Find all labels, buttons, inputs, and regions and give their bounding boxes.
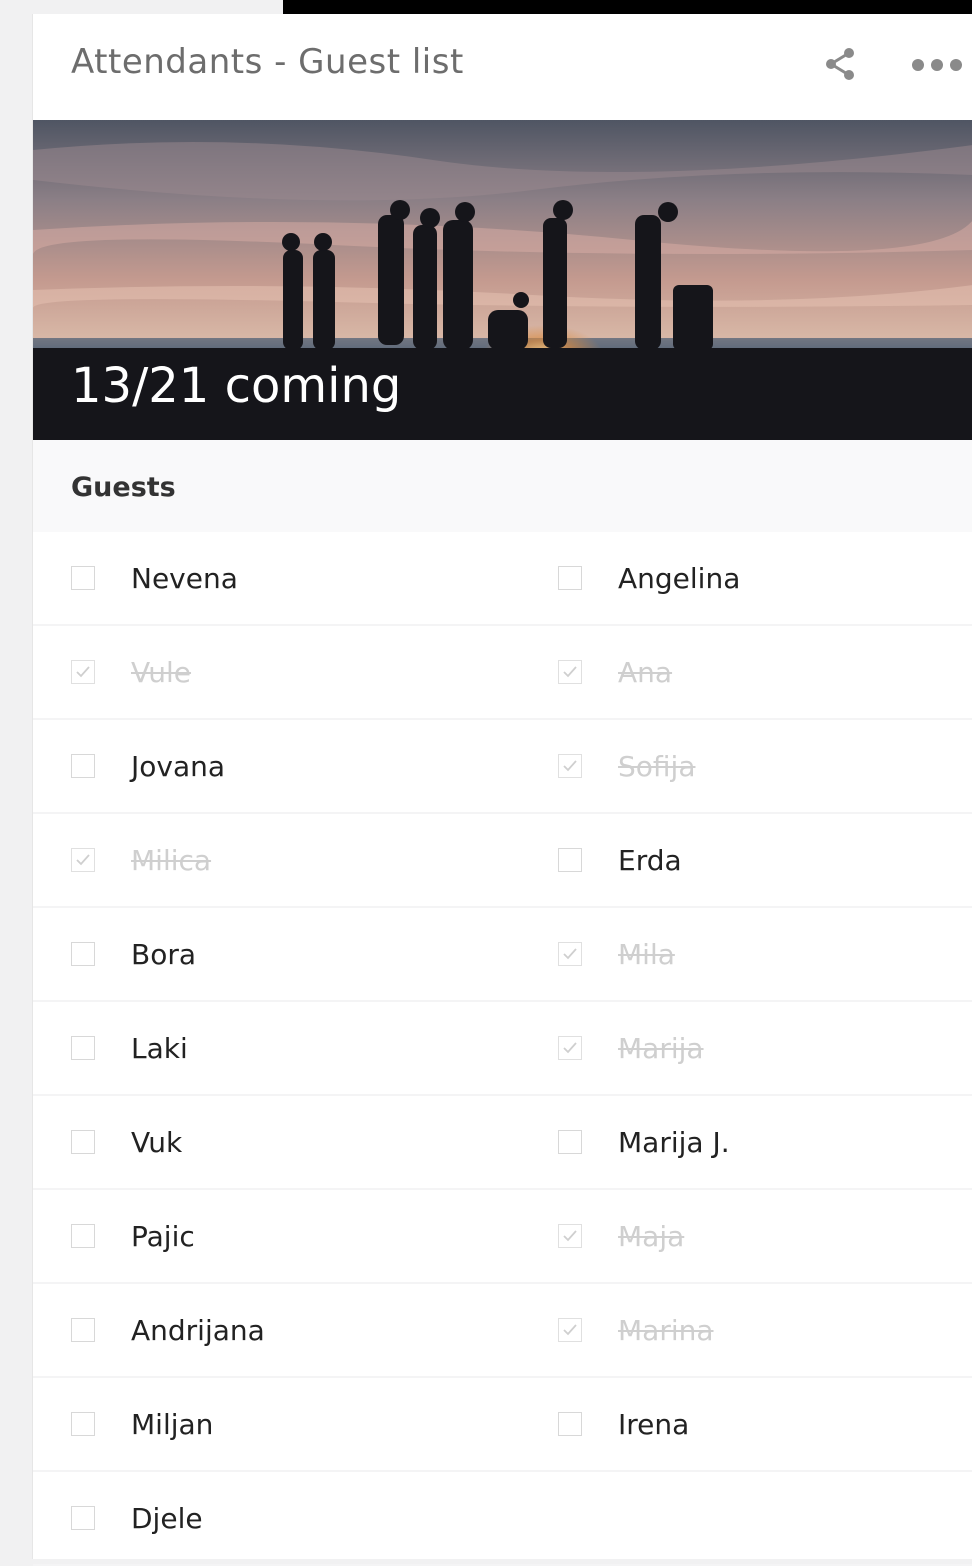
guest-list-card: Attendants - Guest list 13/21 coming Gue… bbox=[32, 14, 972, 1566]
card-header: Attendants - Guest list bbox=[33, 14, 972, 120]
guest-checkbox[interactable] bbox=[558, 942, 582, 966]
check-icon bbox=[563, 760, 577, 772]
guest-checkbox[interactable] bbox=[558, 1130, 582, 1154]
guest-checkbox[interactable] bbox=[71, 1506, 95, 1530]
card-title: Attendants - Guest list bbox=[71, 42, 464, 82]
guest-name: Angelina bbox=[618, 562, 741, 595]
guest-item[interactable]: Irena bbox=[558, 1378, 972, 1470]
guest-name: Laki bbox=[131, 1032, 188, 1065]
guest-name: Milica bbox=[131, 844, 212, 877]
check-icon bbox=[76, 854, 90, 866]
guest-item[interactable]: Sofija bbox=[558, 720, 972, 812]
guest-item[interactable]: Marija J. bbox=[558, 1096, 972, 1188]
guest-checkbox[interactable] bbox=[558, 848, 582, 872]
check-icon bbox=[563, 666, 577, 678]
check-icon bbox=[563, 1324, 577, 1336]
top-dark-bar bbox=[283, 0, 972, 14]
guest-name: Sofija bbox=[618, 750, 696, 783]
guest-name: Andrijana bbox=[131, 1314, 265, 1347]
guest-checkbox[interactable] bbox=[558, 1224, 582, 1248]
guest-item[interactable]: Miljan bbox=[71, 1378, 491, 1470]
hero-image: 13/21 coming bbox=[33, 120, 972, 440]
check-icon bbox=[563, 1042, 577, 1054]
guest-item[interactable]: Djele bbox=[71, 1472, 491, 1564]
guest-item[interactable]: Maja bbox=[558, 1190, 972, 1282]
guest-checkbox[interactable] bbox=[558, 566, 582, 590]
guest-name: Djele bbox=[131, 1502, 203, 1535]
guest-checkbox[interactable] bbox=[71, 1130, 95, 1154]
guest-name: Pajic bbox=[131, 1220, 195, 1253]
guest-name: Nevena bbox=[131, 562, 238, 595]
guest-checkbox[interactable] bbox=[71, 942, 95, 966]
guest-item[interactable]: Milica bbox=[71, 814, 491, 906]
guest-checkbox[interactable] bbox=[558, 754, 582, 778]
guest-row: Pajic Maja bbox=[33, 1190, 972, 1284]
guest-name: Marija bbox=[618, 1032, 704, 1065]
guest-row: Vuk Marija J. bbox=[33, 1096, 972, 1190]
guest-item[interactable]: Erda bbox=[558, 814, 972, 906]
guest-item[interactable]: Ana bbox=[558, 626, 972, 718]
guest-checkbox[interactable] bbox=[558, 660, 582, 684]
check-icon bbox=[76, 666, 90, 678]
guest-checkbox[interactable] bbox=[71, 1224, 95, 1248]
guest-item[interactable]: Andrijana bbox=[71, 1284, 491, 1376]
guest-checkbox[interactable] bbox=[71, 848, 95, 872]
guest-checkbox[interactable] bbox=[71, 1412, 95, 1436]
more-horizontal-icon bbox=[912, 59, 962, 71]
guest-checkbox[interactable] bbox=[71, 660, 95, 684]
guest-row: Bora Mila bbox=[33, 908, 972, 1002]
guest-list: Nevena Angelina Vule Ana Jovana Sofija Milica E… bbox=[33, 532, 972, 1566]
guest-item[interactable]: Mila bbox=[558, 908, 972, 1000]
guest-name: Miljan bbox=[131, 1408, 214, 1441]
guest-name: Maja bbox=[618, 1220, 685, 1253]
guest-item[interactable]: Bora bbox=[71, 908, 491, 1000]
guest-name: Mila bbox=[618, 938, 675, 971]
guest-row: Miljan Irena bbox=[33, 1378, 972, 1472]
guest-name: Vuk bbox=[131, 1126, 183, 1159]
guest-item[interactable]: Nevena bbox=[71, 532, 491, 624]
guest-checkbox[interactable] bbox=[71, 1318, 95, 1342]
guest-row: Vule Ana bbox=[33, 626, 972, 720]
guest-item[interactable]: Vule bbox=[71, 626, 491, 718]
guest-row: Andrijana Marina bbox=[33, 1284, 972, 1378]
share-button[interactable] bbox=[823, 46, 859, 82]
attendance-count: 13/21 coming bbox=[71, 358, 402, 414]
guest-item[interactable]: Marija bbox=[558, 1002, 972, 1094]
guest-item[interactable]: Marina bbox=[558, 1284, 972, 1376]
guest-checkbox[interactable] bbox=[558, 1036, 582, 1060]
guest-row: Laki Marija bbox=[33, 1002, 972, 1096]
guests-section-title: Guests bbox=[71, 472, 176, 503]
guest-name: Irena bbox=[618, 1408, 690, 1441]
guest-item[interactable]: Angelina bbox=[558, 532, 972, 624]
guest-item[interactable]: Laki bbox=[71, 1002, 491, 1094]
more-button[interactable] bbox=[909, 54, 965, 76]
guest-row: Nevena Angelina bbox=[33, 532, 972, 626]
guest-item[interactable]: Pajic bbox=[71, 1190, 491, 1282]
guest-name: Ana bbox=[618, 656, 673, 689]
guest-item[interactable]: Vuk bbox=[71, 1096, 491, 1188]
guest-row: Milica Erda bbox=[33, 814, 972, 908]
guest-checkbox[interactable] bbox=[71, 1036, 95, 1060]
guest-checkbox[interactable] bbox=[558, 1412, 582, 1436]
guest-name: Marina bbox=[618, 1314, 714, 1347]
guest-row: Jovana Sofija bbox=[33, 720, 972, 814]
guest-checkbox[interactable] bbox=[71, 754, 95, 778]
share-icon bbox=[826, 48, 854, 80]
guest-name: Vule bbox=[131, 656, 192, 689]
guest-name: Jovana bbox=[131, 750, 226, 783]
guest-row: Djele bbox=[33, 1472, 972, 1566]
check-icon bbox=[563, 1230, 577, 1242]
guest-checkbox[interactable] bbox=[558, 1318, 582, 1342]
guest-checkbox[interactable] bbox=[71, 566, 95, 590]
guest-name: Marija J. bbox=[618, 1126, 730, 1159]
guest-name: Bora bbox=[131, 938, 197, 971]
guests-section-header: Guests bbox=[33, 440, 972, 532]
guest-item[interactable]: Jovana bbox=[71, 720, 491, 812]
guest-name: Erda bbox=[618, 844, 682, 877]
check-icon bbox=[563, 948, 577, 960]
